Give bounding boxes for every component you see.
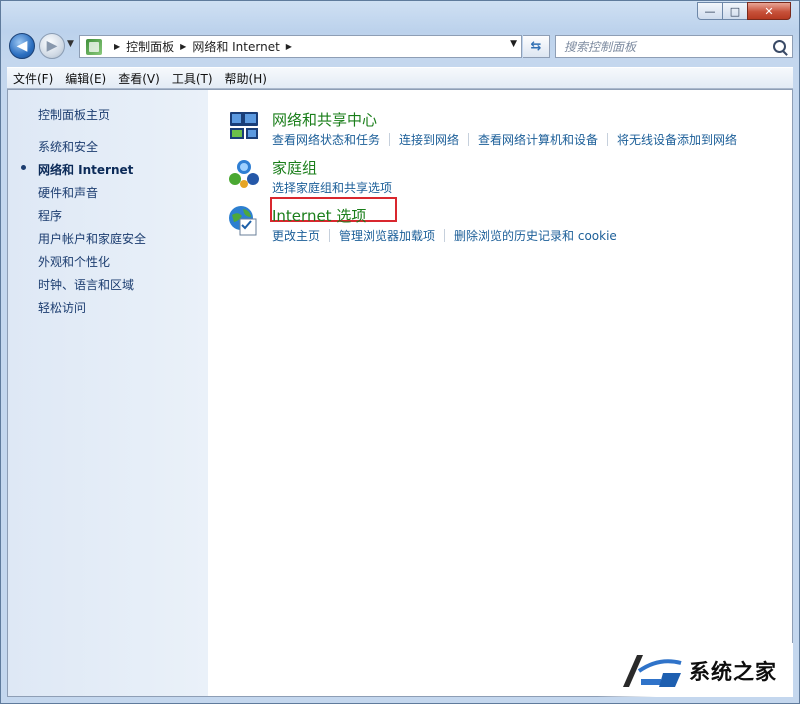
homegroup-link[interactable]: 家庭组 bbox=[272, 157, 317, 178]
caption-buttons: — □ ✕ bbox=[697, 2, 791, 20]
view-network-status-link[interactable]: 查看网络状态和任务 bbox=[272, 133, 380, 147]
divider bbox=[329, 229, 331, 242]
navigation-bar: ◀ ▶ ▼ ▶ 控制面板 ▶ 网络和 Internet ▶ ▼ ⇆ bbox=[9, 31, 793, 63]
internet-options-tasks: 更改主页 管理浏览器加载项 删除浏览的历史记录和 cookie bbox=[272, 227, 617, 244]
menu-bar: 文件(F) 编辑(E) 查看(V) 工具(T) 帮助(H) bbox=[7, 67, 793, 89]
sidebar-item-appearance[interactable]: 外观和个性化 bbox=[38, 253, 110, 270]
network-sharing-icon bbox=[230, 112, 258, 139]
search-input[interactable] bbox=[564, 39, 764, 54]
menu-edit[interactable]: 编辑(E) bbox=[59, 70, 112, 87]
menu-tools[interactable]: 工具(T) bbox=[166, 70, 219, 87]
sidebar-item-programs[interactable]: 程序 bbox=[38, 207, 62, 224]
sidebar-item-ease-of-access[interactable]: 轻松访问 bbox=[38, 299, 86, 316]
control-panel-icon bbox=[86, 38, 102, 55]
homegroup-icon bbox=[229, 160, 259, 188]
back-arrow-icon: ◀ bbox=[16, 38, 28, 54]
forward-button[interactable]: ▶ bbox=[39, 33, 65, 59]
sidebar-item-clock-language-region[interactable]: 时钟、语言和区域 bbox=[38, 276, 134, 293]
sidebar-item-system-security[interactable]: 系统和安全 bbox=[38, 138, 98, 155]
menu-view[interactable]: 查看(V) bbox=[112, 70, 166, 87]
address-bar[interactable]: ▶ 控制面板 ▶ 网络和 Internet ▶ ▼ bbox=[79, 35, 522, 58]
watermark-logo-icon bbox=[623, 655, 682, 687]
delete-history-cookies-link[interactable]: 删除浏览的历史记录和 cookie bbox=[454, 229, 617, 243]
close-button[interactable]: ✕ bbox=[747, 2, 791, 20]
choose-homegroup-options-link[interactable]: 选择家庭组和共享选项 bbox=[272, 181, 392, 195]
recent-pages-dropdown[interactable]: ▼ bbox=[67, 39, 74, 49]
divider bbox=[468, 133, 470, 146]
maximize-button[interactable]: □ bbox=[722, 2, 748, 20]
sidebar-item-user-accounts[interactable]: 用户帐户和家庭安全 bbox=[38, 230, 146, 247]
refresh-button[interactable]: ⇆ bbox=[523, 35, 550, 58]
menu-help[interactable]: 帮助(H) bbox=[219, 70, 273, 87]
current-item-bullet-icon bbox=[21, 165, 26, 170]
change-homepage-link[interactable]: 更改主页 bbox=[272, 229, 320, 243]
main-panel: 网络和共享中心 查看网络状态和任务 连接到网络 查看网络计算机和设备 将无线设备添加到… bbox=[208, 90, 792, 696]
view-network-computers-link[interactable]: 查看网络计算机和设备 bbox=[478, 133, 598, 147]
breadcrumb-arrow-icon[interactable]: ▶ bbox=[180, 42, 186, 51]
breadcrumb-arrow-icon[interactable]: ▶ bbox=[114, 42, 120, 51]
breadcrumb-control-panel[interactable]: 控制面板 bbox=[126, 38, 174, 55]
sidebar-item-network-internet: 网络和 Internet bbox=[38, 163, 134, 177]
minimize-button[interactable]: — bbox=[697, 2, 723, 20]
search-icon[interactable] bbox=[773, 40, 786, 53]
homegroup-tasks: 选择家庭组和共享选项 bbox=[272, 179, 392, 196]
sidebar-item-hardware-sound[interactable]: 硬件和声音 bbox=[38, 184, 98, 201]
menu-file[interactable]: 文件(F) bbox=[7, 70, 59, 87]
divider bbox=[389, 133, 391, 146]
watermark: 系统之家 bbox=[597, 643, 793, 697]
forward-arrow-icon: ▶ bbox=[46, 38, 58, 54]
sidebar-item-control-panel-home[interactable]: 控制面板主页 bbox=[38, 106, 110, 123]
content-area: 控制面板主页 系统和安全 网络和 Internet 硬件和声音 程序 用户帐户和… bbox=[7, 89, 793, 697]
divider bbox=[607, 133, 609, 146]
address-history-dropdown[interactable]: ▼ bbox=[510, 39, 517, 49]
watermark-text: 系统之家 bbox=[689, 660, 777, 684]
search-box[interactable] bbox=[555, 35, 793, 58]
add-wireless-device-link[interactable]: 将无线设备添加到网络 bbox=[617, 133, 737, 147]
manage-addons-link[interactable]: 管理浏览器加载项 bbox=[339, 229, 435, 243]
network-sharing-tasks: 查看网络状态和任务 连接到网络 查看网络计算机和设备 将无线设备添加到网络 bbox=[272, 131, 737, 148]
control-panel-window: — □ ✕ ◀ ▶ ▼ ▶ 控制面板 ▶ 网络和 Internet ▶ ▼ ⇆ … bbox=[0, 0, 800, 704]
internet-options-icon bbox=[229, 206, 257, 236]
breadcrumb-arrow-icon[interactable]: ▶ bbox=[286, 42, 292, 51]
network-sharing-center-link[interactable]: 网络和共享中心 bbox=[272, 109, 377, 130]
back-button[interactable]: ◀ bbox=[9, 33, 35, 59]
divider bbox=[444, 229, 446, 242]
breadcrumb-network-internet[interactable]: 网络和 Internet bbox=[192, 38, 279, 55]
sidebar: 控制面板主页 系统和安全 网络和 Internet 硬件和声音 程序 用户帐户和… bbox=[8, 90, 208, 696]
internet-options-link[interactable]: Internet 选项 bbox=[272, 205, 366, 226]
refresh-icon: ⇆ bbox=[530, 39, 542, 54]
connect-to-network-link[interactable]: 连接到网络 bbox=[399, 133, 459, 147]
